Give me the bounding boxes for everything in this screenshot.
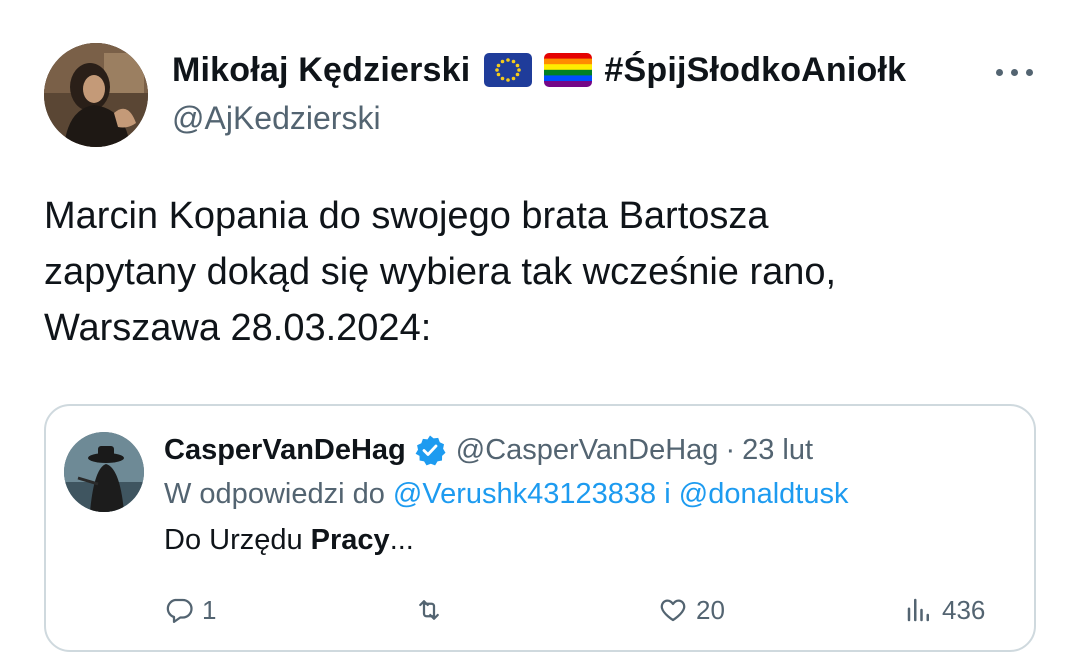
reply-count: 1: [202, 594, 217, 625]
more-dot: [1025, 68, 1033, 76]
like-button[interactable]: 20: [658, 588, 725, 632]
heart-icon: [660, 599, 686, 622]
tweet-text-line: Warszawa 28.03.2024:: [44, 307, 432, 349]
quoted-text-suffix: ...: [389, 524, 414, 556]
quoted-avatar-image: [64, 432, 144, 512]
author-name-row[interactable]: Mikołaj Kędzierski #ŚpijSłodkoAniołk: [172, 48, 906, 92]
quoted-reply-context: W odpowiedzi do @Verushk43123838 i @dona…: [164, 478, 848, 511]
tweet-text-line: zapytany dokąd się wybiera tak wcześnie …: [44, 251, 837, 293]
quoted-text-plain: Do Urzędu: [164, 524, 311, 556]
views-button[interactable]: 436: [904, 588, 985, 632]
reply-icon: [166, 598, 193, 623]
verified-badge-icon: [414, 434, 446, 466]
quoted-author-avatar[interactable]: [64, 432, 144, 512]
quoted-header: CasperVanDeHag @CasperVanDeHag · 23 lut: [164, 430, 813, 470]
quoted-text: Do Urzędu Pracy...: [164, 524, 414, 557]
eu-flag-icon: [484, 53, 533, 87]
author-name-hashtag: #ŚpijSłodkoAniołk: [604, 50, 907, 89]
more-horizontal-icon[interactable]: [990, 56, 1038, 88]
quoted-handle[interactable]: @CasperVanDeHag: [456, 434, 719, 467]
quoted-display-name[interactable]: CasperVanDeHag: [164, 434, 406, 467]
more-dot: [1010, 68, 1018, 76]
mention-link[interactable]: @Verushk43123838: [393, 478, 656, 510]
more-dot: [995, 68, 1003, 76]
like-count: 20: [696, 594, 725, 625]
reply-button[interactable]: 1: [164, 588, 216, 632]
quoted-action-bar: 1 20 436: [46, 588, 1034, 632]
quoted-date[interactable]: 23 lut: [742, 434, 813, 467]
author-handle[interactable]: @AjKedzierski: [172, 100, 381, 137]
quoted-text-bold: Pracy: [310, 524, 390, 556]
author-display-name[interactable]: Mikołaj Kędzierski: [172, 51, 470, 90]
author-avatar[interactable]: [44, 43, 148, 147]
tweet-text: Marcin Kopania do swojego brata Bartosza…: [44, 188, 1034, 356]
mention-link[interactable]: @donaldtusk: [679, 478, 849, 510]
author-avatar-image: [44, 43, 148, 147]
retweet-button[interactable]: [414, 588, 452, 632]
views-chart-icon: [907, 598, 929, 622]
reply-prefix: W odpowiedzi do: [164, 478, 385, 510]
views-count: 436: [942, 594, 986, 625]
quoted-tweet-card[interactable]: CasperVanDeHag @CasperVanDeHag · 23 lut …: [44, 404, 1036, 652]
mention-joiner: i: [664, 478, 671, 510]
tweet-text-line: Marcin Kopania do swojego brata Bartosza: [44, 195, 769, 237]
quoted-separator: ·: [725, 433, 736, 466]
retweet-icon: [419, 600, 439, 620]
rainbow-flag-icon: [544, 53, 593, 87]
